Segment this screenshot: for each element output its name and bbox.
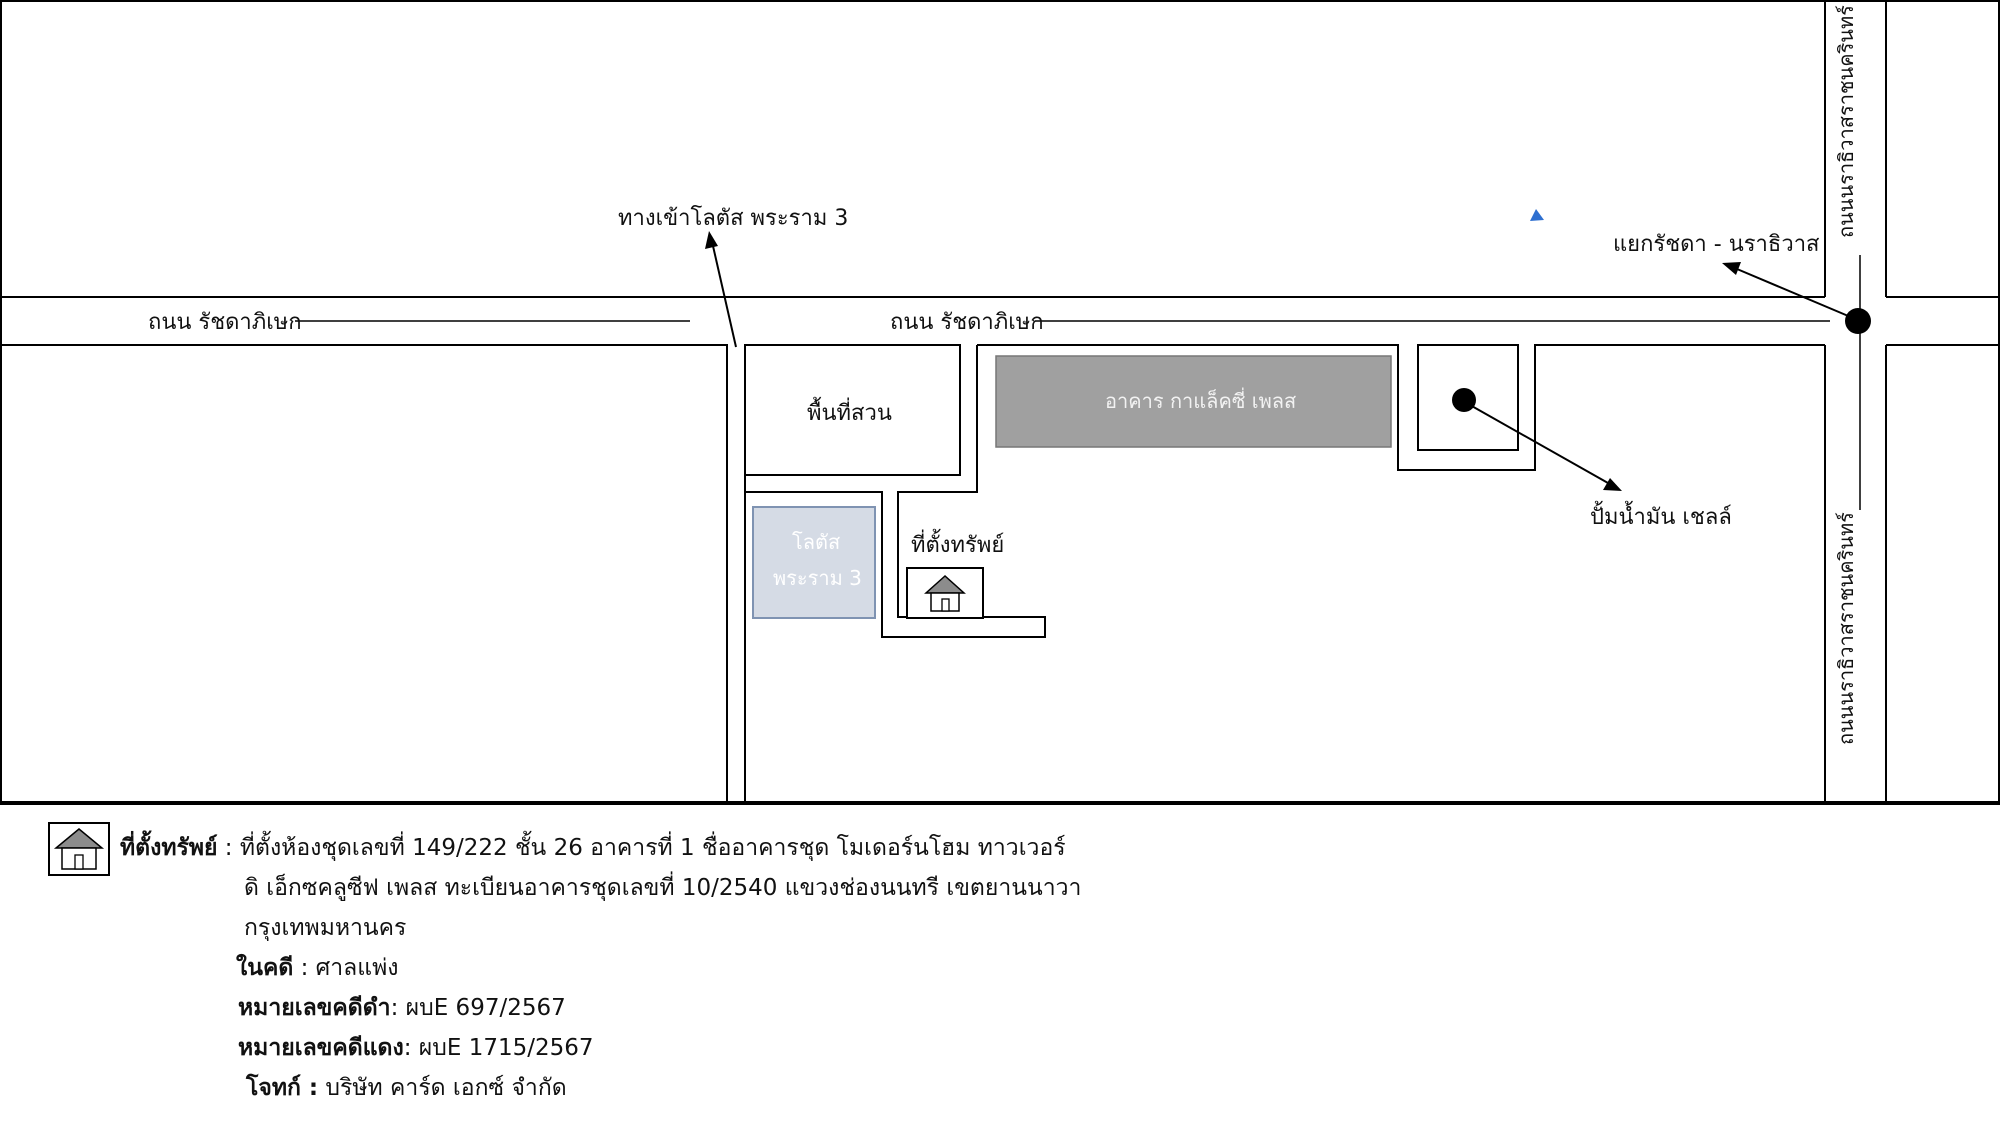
property-heading: ที่ตั้งทรัพย์ — [120, 835, 218, 861]
road-label-vertical-bottom: ถนนนราธิวาสราชนครินทร์ — [1834, 512, 1858, 745]
shell-station-label: ปั้มน้ำมัน เชลล์ — [1590, 501, 1732, 530]
road-label-left: ถนน รัชดาภิเษก — [148, 310, 302, 335]
red-case-value: : ผบE 1715/2567 — [403, 1035, 594, 1061]
garden-label: พื้นที่สวน — [807, 397, 892, 426]
plaintiff-value: บริษัท คาร์ด เอกซ์ จำกัด — [318, 1075, 567, 1101]
case-line: ในคดี : ศาลแพ่ง — [236, 948, 398, 988]
location-map: ถนน รัชดาภิเษก ถนน รัชดาภิเษก ถนนนราธิวา… — [0, 0, 2000, 805]
black-case-value: : ผบE 697/2567 — [390, 995, 566, 1021]
intersection-arrow — [1722, 262, 1854, 319]
legend-icon-box — [48, 822, 110, 876]
property-location-label: ที่ตั้งทรัพย์ — [911, 529, 1004, 558]
property-line-3: กรุงเทพมหานคร — [244, 908, 406, 948]
property-line-1: ที่ตั้งทรัพย์ : ที่ตั้งห้องชุดเลขที่ 149… — [120, 828, 1066, 868]
lotus-label-line2: พระราม 3 — [773, 566, 862, 590]
property-legend: ที่ตั้งทรัพย์ : ที่ตั้งห้องชุดเลขที่ 149… — [0, 812, 2000, 1125]
shell-station-dot — [1452, 388, 1476, 412]
map-marker-icon — [1530, 209, 1544, 221]
property-line-2: ดิ เอ็กซคลูซีฟ เพลส ทะเบียนอาคารชุดเลขที… — [244, 868, 1081, 908]
intersection-dot — [1845, 308, 1871, 334]
galaxy-building-label: อาคาร กาแล็คซี่ เพลส — [1105, 387, 1296, 413]
property-text-1: : ที่ตั้งห้องชุดเลขที่ 149/222 ชั้น 26 อ… — [217, 835, 1066, 861]
house-icon — [53, 828, 105, 870]
shell-station-arrow — [1469, 404, 1622, 491]
black-case-line: หมายเลขคดีดำ: ผบE 697/2567 — [238, 988, 566, 1028]
lotus-building — [752, 506, 876, 619]
property-text-3: กรุงเทพมหานคร — [244, 915, 407, 941]
intersection-label: แยกรัชดา - นราธิวาส — [1613, 232, 1820, 257]
road-label-mid: ถนน รัชดาภิเษก — [890, 310, 1044, 335]
lotus-label-line1: โลตัส — [792, 530, 840, 554]
road-label-vertical-top: ถนนนราธิวาสราชนครินทร์ — [1834, 5, 1858, 238]
lotus-entrance-arrow — [705, 231, 737, 348]
plaintiff-label: โจทก์ : — [246, 1075, 319, 1101]
case-value: : ศาลแพ่ง — [293, 955, 399, 981]
plaintiff-line: โจทก์ : บริษัท คาร์ด เอกซ์ จำกัด — [246, 1068, 567, 1108]
property-text-2: ดิ เอ็กซคลูซีฟ เพลส ทะเบียนอาคารชุดเลขที… — [244, 875, 1082, 901]
black-case-label: หมายเลขคดีดำ — [238, 995, 391, 1021]
red-case-label: หมายเลขคดีแดง — [238, 1035, 404, 1061]
case-label: ในคดี — [236, 955, 294, 981]
red-case-line: หมายเลขคดีแดง: ผบE 1715/2567 — [238, 1028, 594, 1068]
lotus-entrance-label: ทางเข้าโลตัส พระราม 3 — [618, 205, 848, 231]
